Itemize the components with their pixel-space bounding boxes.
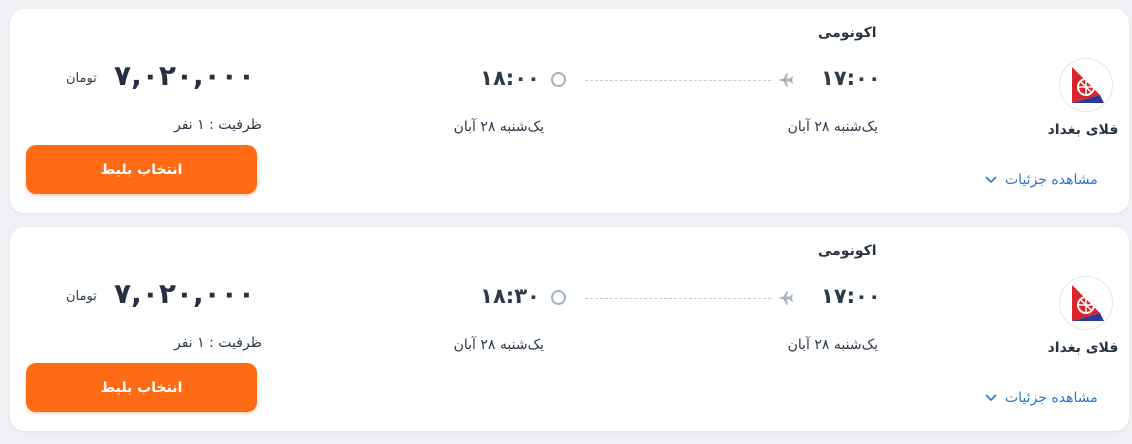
- cabin-class: اکونومی: [818, 25, 877, 41]
- plane-icon: [776, 71, 794, 93]
- currency: تومان: [66, 71, 97, 86]
- departure-date: یک‌شنبه ۲۸ آبان: [787, 337, 878, 353]
- details-label: مشاهده جزئیات: [1005, 390, 1098, 406]
- departure-time: ۱۷:۰۰: [821, 284, 881, 308]
- airline-name: فلای بغداد: [1047, 340, 1119, 356]
- details-link[interactable]: مشاهده جزئیات: [985, 172, 1098, 188]
- price: ۷,۰۲۰,۰۰۰: [114, 59, 255, 92]
- airline-name: فلای بغداد: [1047, 122, 1119, 138]
- arrival-time: ۱۸:۳۰: [480, 284, 540, 308]
- departure-date: یک‌شنبه ۲۸ آبان: [787, 119, 878, 135]
- flight-card: اکونومی فلای بغداد ۱۷:۰۰ یک‌شنبه ۲۸ آبان…: [10, 227, 1129, 431]
- capacity: ظرفیت : ۱ نفر: [174, 117, 262, 133]
- select-ticket-button[interactable]: انتخاب بلیط: [26, 363, 257, 412]
- airline-logo: [1059, 58, 1113, 112]
- airline-logo-icon: [1072, 285, 1104, 321]
- price: ۷,۰۲۰,۰۰۰: [114, 277, 255, 310]
- details-label: مشاهده جزئیات: [1005, 172, 1098, 188]
- cabin-class: اکونومی: [818, 243, 877, 259]
- departure-time: ۱۷:۰۰: [821, 66, 881, 90]
- route-line: [585, 298, 771, 299]
- arrival-time: ۱۸:۰۰: [480, 66, 540, 90]
- arrival-date: یک‌شنبه ۲۸ آبان: [453, 119, 544, 135]
- airline-logo: [1059, 276, 1113, 330]
- chevron-down-icon: [985, 176, 997, 184]
- plane-icon: [776, 289, 794, 311]
- route-line: [585, 80, 771, 81]
- destination-circle-icon: [551, 72, 566, 87]
- airline-logo-icon: [1072, 67, 1104, 103]
- flight-card: اکونومی فلای بغداد ۱۷:۰۰ یک‌شنبه ۲۸ آبان…: [10, 9, 1129, 213]
- arrival-date: یک‌شنبه ۲۸ آبان: [453, 337, 544, 353]
- details-link[interactable]: مشاهده جزئیات: [985, 390, 1098, 406]
- chevron-down-icon: [985, 394, 997, 402]
- currency: تومان: [66, 289, 97, 304]
- destination-circle-icon: [551, 290, 566, 305]
- capacity: ظرفیت : ۱ نفر: [174, 335, 262, 351]
- select-ticket-button[interactable]: انتخاب بلیط: [26, 145, 257, 194]
